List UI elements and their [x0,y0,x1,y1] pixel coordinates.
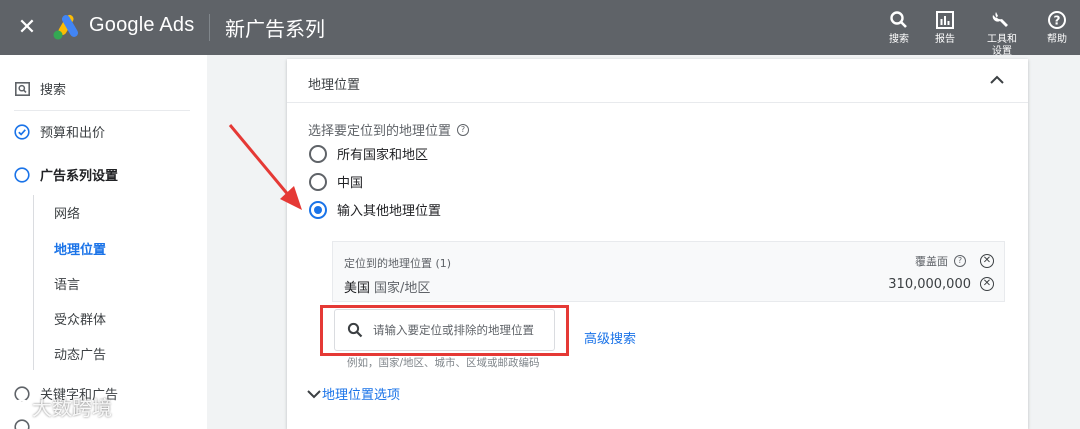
help-circle-icon[interactable]: ? [457,123,470,136]
page-title: 新广告系列 [225,17,325,41]
toolbar-help-label: 帮助 [1047,34,1067,45]
watermark-logo-icon [8,399,29,416]
svg-text:?: ? [1054,14,1061,28]
card-title: 地理位置 [308,78,361,93]
toolbar-search-button[interactable]: 搜索 [875,10,923,46]
search-hint: 例如，国家/地区、城市、区域或邮政编码 [347,357,540,369]
reports-icon [936,11,954,29]
empty-circle-icon [14,166,30,183]
sidebar-sub-language[interactable]: 语言 [54,274,80,293]
toolbar-search-label: 搜索 [889,34,909,45]
coverage-header: 覆盖面 ? [915,253,966,269]
sidebar-connector-line [33,195,34,370]
search-box-icon [14,81,30,97]
sidebar-item-search[interactable]: 搜索 [14,79,66,98]
help-circle-icon[interactable]: ? [954,255,966,267]
radio-label: 中国 [337,176,364,191]
search-icon [890,11,907,28]
radio-button[interactable] [309,144,327,163]
radio-button-selected[interactable] [309,200,327,219]
sidebar-item-label: 广告系列设置 [40,169,119,184]
sidebar-item-label: 预算和出价 [40,126,106,141]
annotation-arrow [228,124,302,210]
location-options-label: 地理位置选项 [322,388,401,403]
sidebar-item-budget[interactable]: 预算和出价 [14,122,105,141]
question-label: 选择要定位到的地理位置 [308,124,452,139]
sidebar-sub-network[interactable]: 网络 [54,203,80,222]
highlight-box [320,305,569,356]
check-circle-icon [14,123,30,140]
card-header[interactable]: 地理位置 [287,59,1028,103]
remove-location-icon[interactable]: ✕ [980,277,994,291]
google-ads-logo [53,14,78,40]
remove-all-icon[interactable]: ✕ [980,254,994,268]
watermark: 大数跨境 [6,392,112,421]
sidebar-divider [14,110,190,111]
radio-other-location[interactable]: 输入其他地理位置 [309,200,441,219]
location-card: 地理位置 选择要定位到的地理位置 ? 所有国家和地区 中国 输入其他地理位置 定… [287,59,1028,429]
top-bar: ✕ Google Ads 新广告系列 搜索 报告 工具和 设置 ? 帮助 [0,0,1080,58]
location-name: 美国 [344,281,371,296]
header-divider [209,14,210,41]
sidebar-sub-audience[interactable]: 受众群体 [54,309,106,328]
close-icon[interactable]: ✕ [14,14,40,40]
wrench-icon [992,12,1008,27]
location-row: 美国 国家/地区 [344,277,430,296]
brand-name: Google Ads [89,14,195,36]
sidebar: 搜索 预算和出价 广告系列设置 网络 地理位置 语言 受众群体 动态广告 关键字… [0,55,207,429]
targeted-locations-panel: 定位到的地理位置 (1) 覆盖面 ? ✕ 美国 国家/地区 310,000,000… [332,241,1005,302]
sidebar-sub-location[interactable]: 地理位置 [54,239,106,258]
help-icon: ? [1048,11,1066,29]
radio-china[interactable]: 中国 [309,172,363,191]
radio-all-countries[interactable]: 所有国家和地区 [309,144,428,163]
radio-label: 输入其他地理位置 [337,204,442,219]
toolbar-help-button[interactable]: ? 帮助 [1034,10,1080,46]
coverage-label: 覆盖面 [915,255,948,268]
location-type: 国家/地区 [374,281,431,296]
toolbar-tools-button[interactable]: 工具和 设置 [978,10,1026,58]
watermark-text: 大数跨境 [32,396,112,420]
radio-label: 所有国家和地区 [337,148,429,163]
sidebar-item-label: 搜索 [40,83,67,98]
chevron-down-icon [307,389,321,398]
toolbar-reports-label: 报告 [935,34,955,45]
sidebar-item-campaign-settings[interactable]: 广告系列设置 [14,165,118,184]
advanced-search-link[interactable]: 高级搜索 [584,328,636,347]
toolbar-tools-label: 工具和 设置 [987,34,1017,57]
radio-button[interactable] [309,172,327,191]
targeted-header: 定位到的地理位置 (1) [344,257,452,270]
location-reach: 310,000,000 [888,277,971,292]
chevron-up-icon[interactable] [988,71,1006,89]
toolbar-reports-button[interactable]: 报告 [921,10,969,46]
sidebar-sub-dynamic-ads[interactable]: 动态广告 [54,344,106,363]
location-question: 选择要定位到的地理位置 ? [308,120,470,139]
location-options-toggle[interactable]: 地理位置选项 [306,384,400,403]
